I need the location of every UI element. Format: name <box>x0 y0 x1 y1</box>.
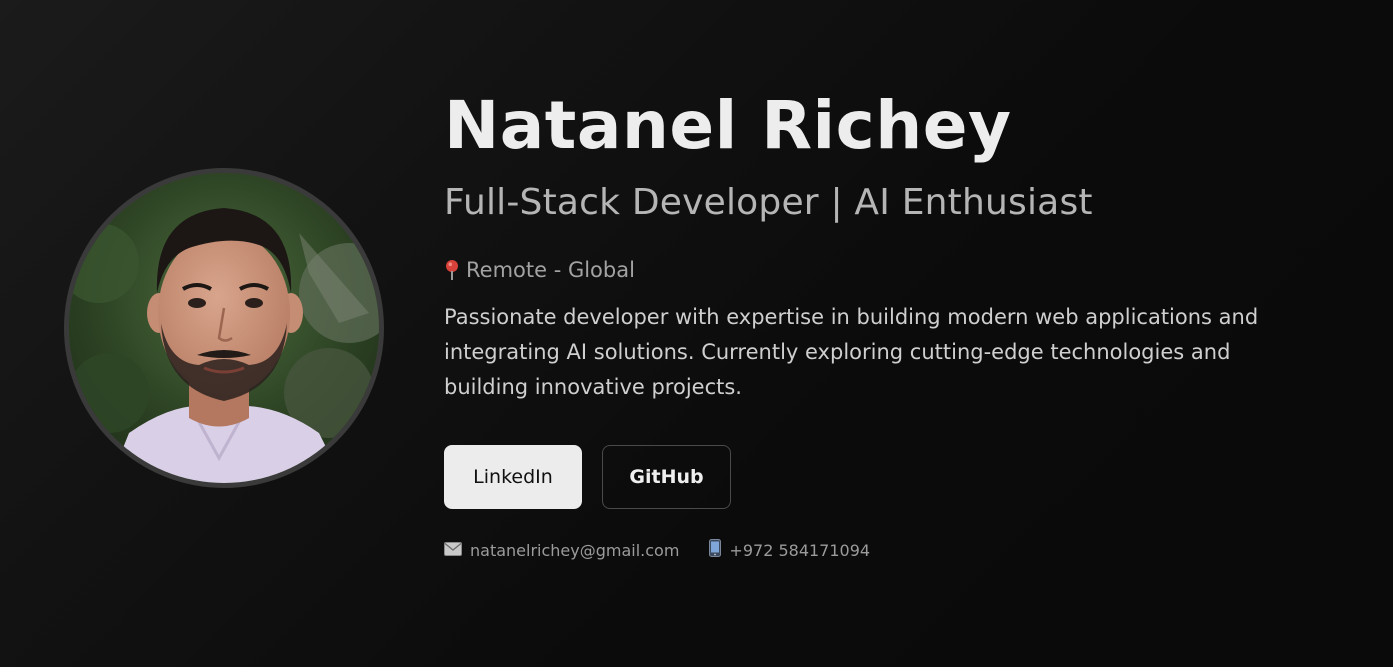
envelope-icon <box>444 541 462 560</box>
location-text: Remote - Global <box>466 258 635 282</box>
phone-text[interactable]: +972 584171094 <box>729 541 870 560</box>
bio-text: Passionate developer with expertise in b… <box>444 305 1259 399</box>
mobile-phone-icon <box>709 539 722 561</box>
profile-photo-image <box>69 173 379 483</box>
email-contact[interactable]: natanelrichey@gmail.com <box>444 541 679 560</box>
linkedin-button[interactable]: LinkedIn <box>444 445 582 509</box>
email-text[interactable]: natanelrichey@gmail.com <box>470 541 679 560</box>
phone-contact[interactable]: +972 584171094 <box>709 539 870 561</box>
profile-content: Natanel Richey Full-Stack Developer | AI… <box>444 78 1304 561</box>
profile-photo <box>64 168 384 488</box>
profile-title: Full-Stack Developer | AI Enthusiast <box>444 182 1093 223</box>
contact-info: natanelrichey@gmail.com +972 584171094 <box>444 539 1304 561</box>
social-buttons: LinkedIn GitHub <box>444 445 1304 509</box>
location: Remote - Global <box>444 256 1304 284</box>
map-pin-icon <box>444 258 460 282</box>
profile-name: Natanel Richey <box>444 87 1012 164</box>
github-button[interactable]: GitHub <box>602 445 731 509</box>
hero-section: Natanel Richey Full-Stack Developer | AI… <box>0 0 1393 667</box>
